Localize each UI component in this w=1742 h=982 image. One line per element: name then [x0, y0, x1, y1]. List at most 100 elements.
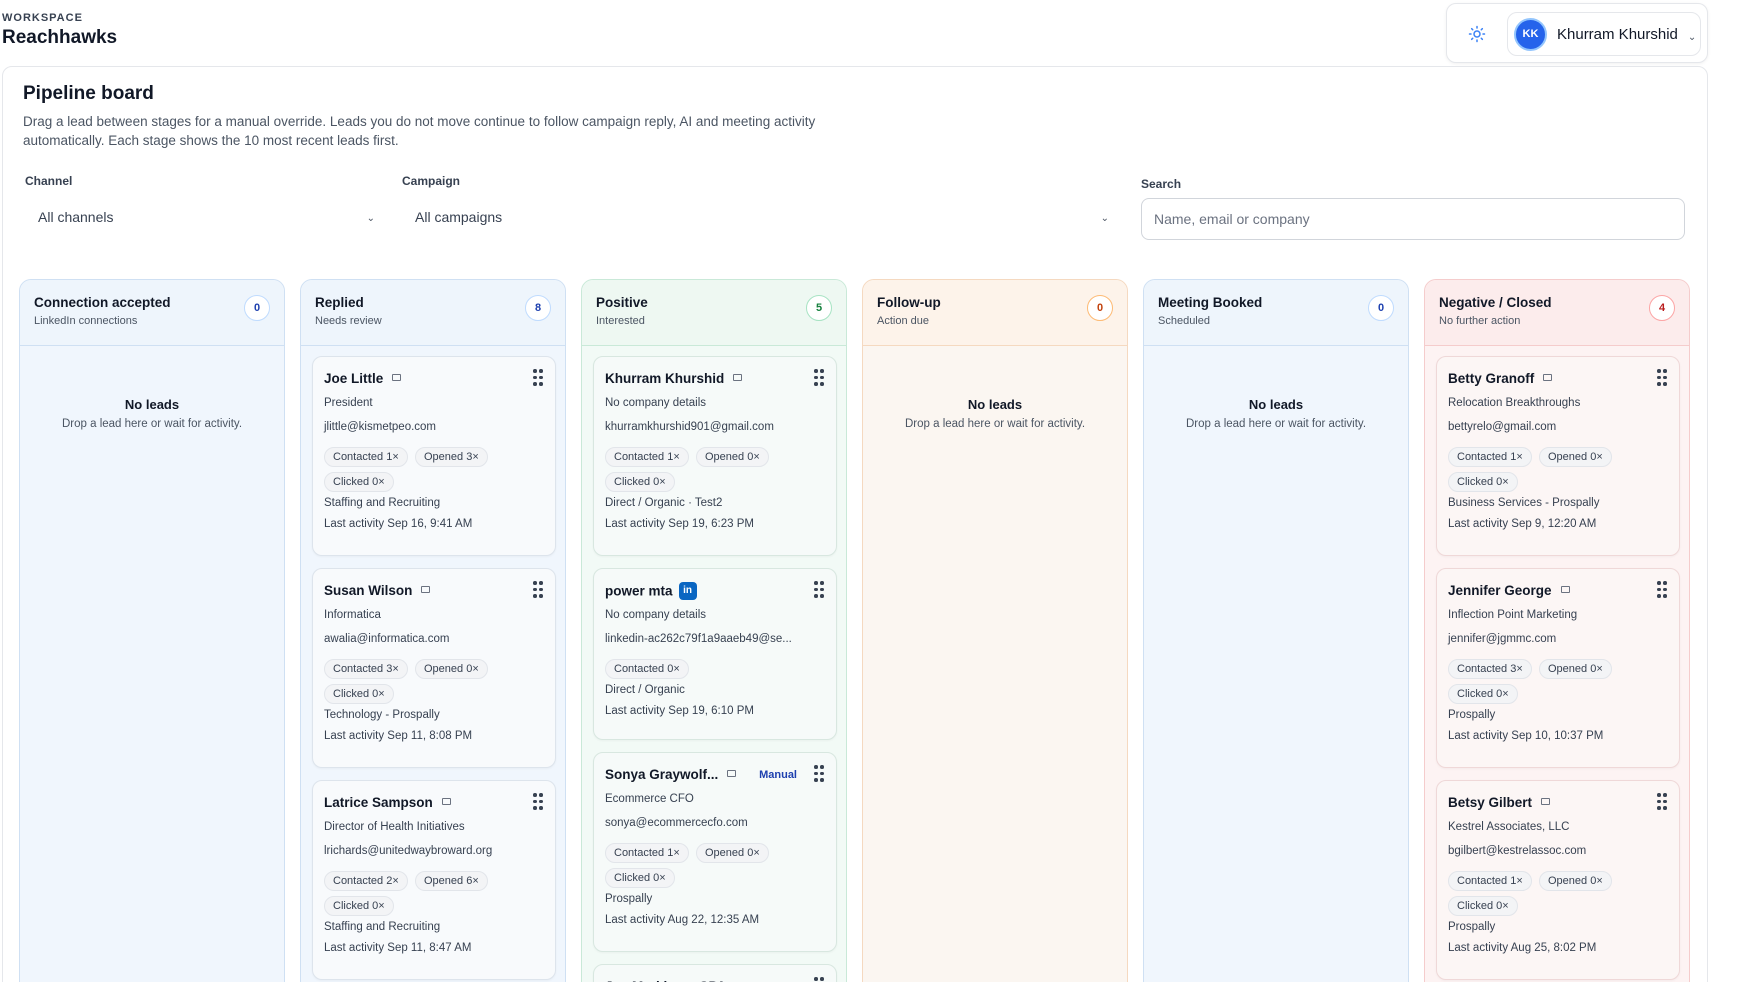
stage-subtitle: No further action	[1439, 315, 1521, 327]
stage-column[interactable]: Meeting Booked Scheduled 0 No leads Drop a l…	[1143, 279, 1409, 982]
lead-name-text: Susan Wilson	[324, 583, 413, 598]
stage-subtitle: LinkedIn connections	[34, 315, 138, 327]
lead-name-text: Joe Little	[324, 371, 384, 386]
lead-email: khurramkhurshid901@gmail.com	[605, 421, 774, 433]
workspace-name: Reachhawks	[2, 27, 118, 48]
avatar: KK	[1514, 17, 1547, 51]
lead-name[interactable]: Betty Granoff	[1448, 371, 1553, 386]
stage-subtitle: Needs review	[315, 315, 382, 327]
drag-handle-icon[interactable]	[533, 581, 543, 599]
lead-email: awalia@informatica.com	[324, 633, 450, 645]
lead-source: Prospally	[1448, 921, 1496, 933]
stat-pill: Clicked 0×	[324, 472, 394, 492]
stat-pill: Contacted 1×	[1448, 447, 1532, 467]
stage-header: Replied Needs review 8	[301, 280, 565, 346]
theme-toggle-button[interactable]	[1459, 16, 1495, 52]
lead-name[interactable]: Jennifer George	[1448, 583, 1570, 598]
drag-handle-icon[interactable]	[814, 581, 824, 599]
campaign-select-value: All campaigns	[415, 209, 503, 225]
stage-column[interactable]: Replied Needs review 8 Joe Little President j…	[300, 279, 566, 982]
stage-title: Connection accepted	[34, 295, 171, 310]
stat-pill: Opened 6×	[415, 871, 488, 891]
lead-last-activity: Last activity Sep 9, 12:20 AM	[1448, 518, 1597, 530]
lead-last-activity: Last activity Sep 10, 10:37 PM	[1448, 730, 1604, 742]
stage-column[interactable]: Negative / Closed No further action 4 Betty…	[1424, 279, 1690, 982]
lead-last-activity: Last activity Sep 19, 6:10 PM	[605, 705, 754, 717]
stage-title: Replied	[315, 295, 364, 310]
lead-card[interactable]: Khurram Khurshid No company details khurra…	[593, 356, 837, 556]
lead-card[interactable]: Betsy Gilbert Kestrel Associates, LLC bgil…	[1436, 780, 1680, 980]
stage-title: Meeting Booked	[1158, 295, 1263, 310]
lead-name[interactable]: Joe Little	[324, 371, 402, 386]
channel-select-value: All channels	[38, 209, 114, 225]
lead-card[interactable]: power mta in No company details linkedin-ac…	[593, 568, 837, 740]
stat-pill: Clicked 0×	[324, 684, 394, 704]
lead-card[interactable]: Sonya Graywolf... Manual Ecommerce CFO sony…	[593, 752, 837, 952]
lead-name[interactable]: power mta in	[605, 582, 697, 601]
lead-last-activity: Last activity Sep 11, 8:08 PM	[324, 730, 473, 742]
search-input[interactable]: Name, email or company	[1141, 198, 1685, 240]
lead-source: Staffing and Recruiting	[324, 921, 441, 933]
stat-pill: Opened 0×	[1539, 871, 1612, 891]
lead-name-text: Khurram Khurshid	[605, 371, 725, 386]
drag-handle-icon[interactable]	[1657, 581, 1667, 599]
lead-name[interactable]: Sonya Graywolf...	[605, 767, 737, 782]
drag-handle-icon[interactable]	[533, 793, 543, 811]
stage-subtitle: Scheduled	[1158, 315, 1210, 327]
workspace-label: WORKSPACE	[2, 12, 83, 24]
manual-override-tag: Manual	[759, 769, 797, 781]
lead-company: Kestrel Associates, LLC	[1448, 821, 1570, 833]
lead-name-text: Betty Granoff	[1448, 371, 1535, 386]
empty-state-title: No leads	[124, 397, 180, 412]
drag-handle-icon[interactable]	[814, 977, 824, 982]
stat-pill: Contacted 3×	[324, 659, 408, 679]
stat-pill: Opened 0×	[696, 843, 769, 863]
lead-card[interactable]: Betty Granoff Relocation Breakthroughs bet…	[1436, 356, 1680, 556]
lead-name[interactable]: Betsy Gilbert	[1448, 795, 1551, 810]
lead-card[interactable]: Jennifer George Inflection Point Marketin…	[1436, 568, 1680, 768]
lead-name-text: power mta	[605, 583, 673, 599]
stage-column[interactable]: Positive Interested 5 Khurram Khurshid No co…	[581, 279, 847, 982]
empty-state-text: Drop a lead here or wait for activity.	[1185, 418, 1367, 430]
lead-name[interactable]: Susan Wilson	[324, 583, 431, 598]
stat-pill: Contacted 1×	[605, 447, 689, 467]
lead-card[interactable]: Joe Little President jlittle@kismetpeo.com…	[312, 356, 556, 556]
channel-select[interactable]: All channels ⌄	[25, 196, 387, 238]
lead-card[interactable]: Latrice Sampson Director of Health Initia…	[312, 780, 556, 980]
lead-source: Direct / Organic · Test2	[605, 497, 723, 509]
lead-last-activity: Last activity Sep 19, 6:23 PM	[605, 518, 754, 530]
stage-count-badge: 8	[525, 295, 551, 321]
empty-state-title: No leads	[967, 397, 1023, 412]
lead-email: bgilbert@kestrelassoc.com	[1448, 845, 1587, 857]
lead-name[interactable]: Khurram Khurshid	[605, 371, 743, 386]
drag-handle-icon[interactable]	[814, 369, 824, 387]
campaign-label: Campaign	[402, 174, 461, 188]
drag-handle-icon[interactable]	[1657, 369, 1667, 387]
stage-header: Connection accepted LinkedIn connections 0	[20, 280, 284, 346]
stage-column[interactable]: Connection accepted LinkedIn connections 0…	[19, 279, 285, 982]
user-menu-button[interactable]: KK Khurram Khurshid ⌄	[1507, 12, 1701, 56]
mail-icon	[1543, 373, 1553, 381]
stage-header: Negative / Closed No further action 4	[1425, 280, 1689, 346]
lead-card[interactable]: Susan Wilson Informatica awalia@informatic…	[312, 568, 556, 768]
stage-count-badge: 0	[1087, 295, 1113, 321]
drag-handle-icon[interactable]	[814, 765, 824, 783]
drag-handle-icon[interactable]	[1657, 793, 1667, 811]
stat-pill: Opened 0×	[1539, 447, 1612, 467]
lead-company: No company details	[605, 609, 706, 621]
search-label: Search	[1141, 177, 1182, 191]
mail-icon	[441, 797, 451, 805]
lead-card[interactable]: Joe Markiano, CPA	[593, 964, 837, 982]
stat-pill: Clicked 0×	[1448, 684, 1518, 704]
lead-name-text: Jennifer George	[1448, 583, 1552, 598]
stat-pill: Opened 3×	[415, 447, 488, 467]
mail-icon	[392, 373, 402, 381]
stat-pill: Contacted 3×	[1448, 659, 1532, 679]
stage-column[interactable]: Follow-up Action due 0 No leads Drop a lead …	[862, 279, 1128, 982]
campaign-select[interactable]: All campaigns ⌄	[402, 196, 1121, 238]
stage-count-badge: 0	[244, 295, 270, 321]
lead-name[interactable]: Latrice Sampson	[324, 795, 451, 810]
drag-handle-icon[interactable]	[533, 369, 543, 387]
lead-email: bettyrelo@gmail.com	[1448, 421, 1557, 433]
mail-icon	[1560, 585, 1570, 593]
